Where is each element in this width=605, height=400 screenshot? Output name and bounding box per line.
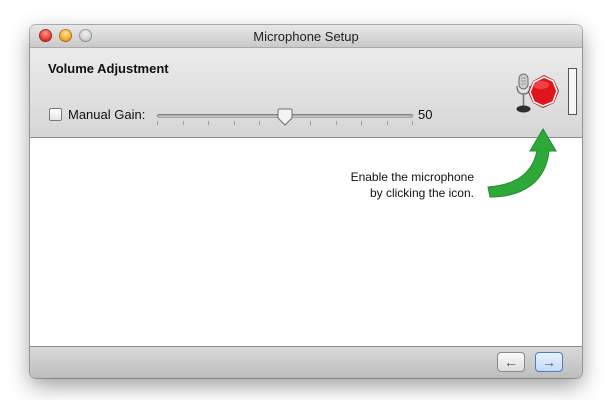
slider-tick <box>259 121 260 125</box>
gain-slider-thumb[interactable] <box>277 108 293 126</box>
microphone-icon <box>516 73 531 113</box>
gain-value-label: 50 <box>418 107 433 122</box>
slider-tick <box>387 121 388 125</box>
arrow-left-icon: ← <box>504 354 518 370</box>
stop-sign-icon <box>528 75 559 108</box>
hint-line-2: by clicking the icon. <box>369 186 474 200</box>
manual-gain-checkbox[interactable] <box>49 108 62 121</box>
input-level-meter <box>568 68 577 115</box>
slider-tick <box>361 121 362 125</box>
bottom-toolbar: ← → <box>30 346 582 378</box>
microphone-setup-window: Microphone Setup Volume Adjustment Manua… <box>30 25 582 378</box>
microphone-stop-icon[interactable] <box>516 72 560 118</box>
forward-button[interactable]: → <box>535 352 563 372</box>
manual-gain-label[interactable]: Manual Gain: <box>68 107 145 122</box>
instruction-hint: Enable the microphone by clicking the ic… <box>280 169 474 201</box>
slider-tick <box>336 121 337 125</box>
title-bar[interactable]: Microphone Setup <box>30 25 582 48</box>
hint-line-1: Enable the microphone <box>350 170 474 184</box>
slider-tick <box>208 121 209 125</box>
section-title-volume-adjustment: Volume Adjustment <box>48 61 169 76</box>
slider-tick <box>310 121 311 125</box>
slider-tick <box>183 121 184 125</box>
window-title: Microphone Setup <box>253 29 359 44</box>
slider-tick <box>412 121 413 125</box>
curved-arrow-icon <box>487 128 557 198</box>
slider-tick <box>234 121 235 125</box>
arrow-right-icon: → <box>542 354 556 370</box>
slider-tick <box>157 121 158 125</box>
back-button[interactable]: ← <box>497 352 525 372</box>
